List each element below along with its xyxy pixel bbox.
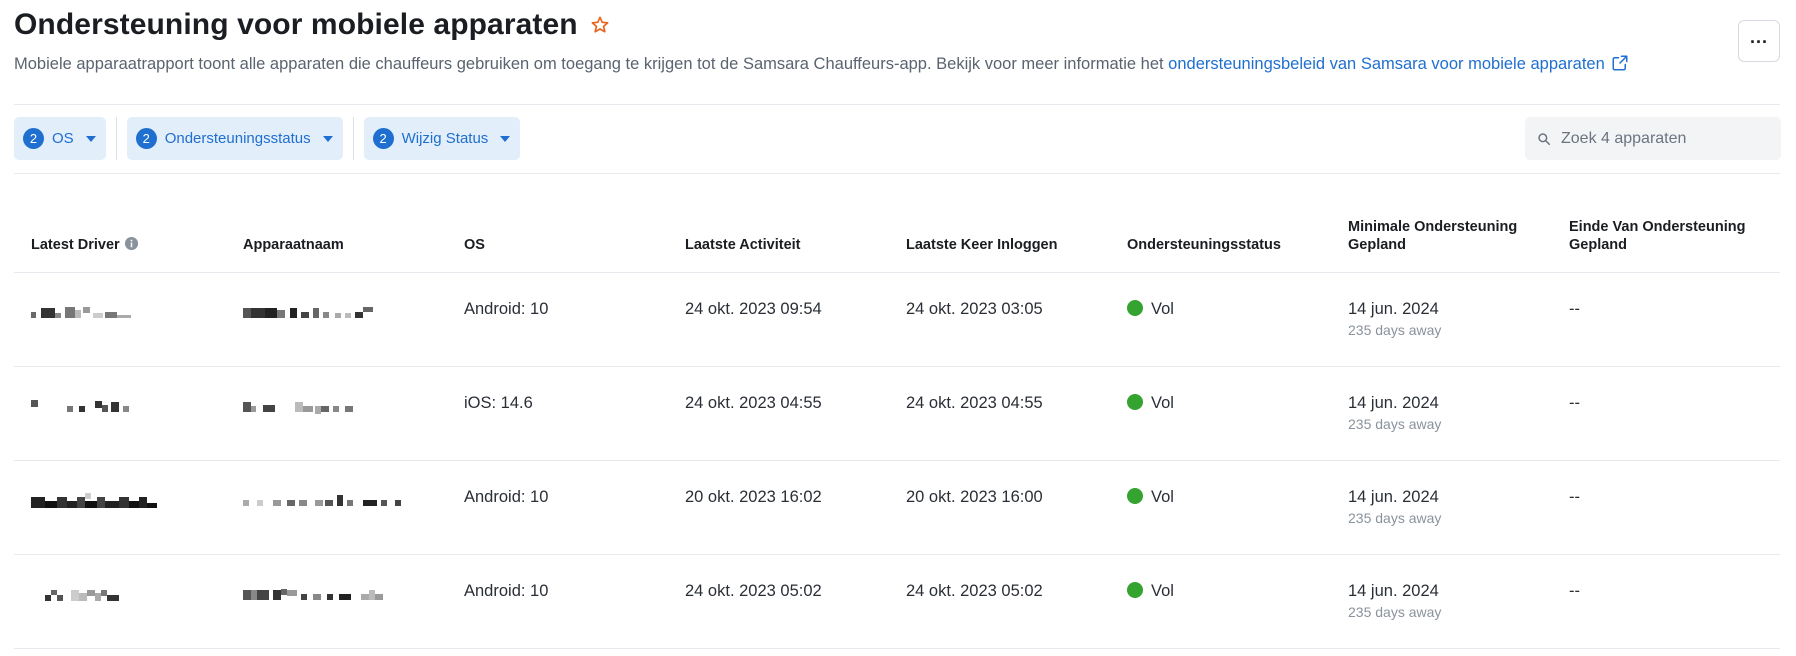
cell-last-activity: 24 okt. 2023 04:55 (685, 394, 822, 412)
min-support-date: 14 jun. 2024 (1348, 300, 1439, 318)
search-icon (1537, 132, 1551, 146)
col-support-status[interactable]: Ondersteuningsstatus (1127, 236, 1281, 254)
support-policy-link[interactable]: ondersteuningsbeleid van Samsara voor mo… (1168, 55, 1605, 73)
col-last-activity[interactable]: Laatste Activiteit (685, 236, 801, 254)
col-device-name[interactable]: Apparaatnaam (243, 236, 344, 254)
table-header: Latest Driver Apparaatnaam OS Laatste Ac… (14, 212, 1780, 273)
cell-end-support: -- (1569, 394, 1580, 412)
min-support-relative: 235 days away (1348, 510, 1442, 526)
filter-bar: 2 OS 2 Ondersteuningsstatus 2 Wijzig Sta… (14, 117, 521, 160)
status-label: Vol (1151, 394, 1174, 412)
chevron-down-icon (500, 135, 511, 142)
search-input[interactable] (1561, 129, 1761, 148)
filter-label: Wijzig Status (401, 130, 489, 147)
cell-os: iOS: 14.6 (464, 394, 533, 412)
filter-change-status-button[interactable]: 2 Wijzig Status (363, 117, 521, 160)
cell-support-status: Vol (1127, 394, 1174, 413)
status-ok-icon (1127, 488, 1143, 504)
cell-end-support: -- (1569, 488, 1580, 506)
min-support-date: 14 jun. 2024 (1348, 582, 1439, 600)
redacted-device-name (243, 589, 383, 600)
cell-os: Android: 10 (464, 300, 549, 318)
status-ok-icon (1127, 394, 1143, 410)
page-subtitle: Mobiele apparaatrapport toont alle appar… (14, 54, 1629, 74)
filter-support-status-button[interactable]: 2 Ondersteuningsstatus (126, 117, 343, 160)
cell-last-activity: 24 okt. 2023 05:02 (685, 582, 822, 600)
divider (14, 104, 1780, 105)
col-last-login[interactable]: Laatste Keer Inloggen (906, 236, 1057, 254)
min-support-date: 14 jun. 2024 (1348, 394, 1439, 412)
table-row[interactable]: Android: 10 20 okt. 2023 16:02 20 okt. 2… (14, 461, 1780, 555)
devices-table: Latest Driver Apparaatnaam OS Laatste Ac… (14, 212, 1780, 649)
redacted-driver-name (31, 493, 157, 508)
cell-os: Android: 10 (464, 488, 549, 506)
redacted-driver-name (31, 400, 129, 412)
status-ok-icon (1127, 300, 1143, 316)
cell-last-login: 24 okt. 2023 04:55 (906, 394, 1043, 412)
cell-min-support: 14 jun. 2024 235 days away (1348, 394, 1441, 432)
cell-end-support: -- (1569, 300, 1580, 318)
mobile-devices-page: Ondersteuning voor mobiele apparaten Mob… (0, 0, 1796, 656)
chevron-down-icon (322, 135, 333, 142)
filter-divider (115, 117, 117, 160)
col-os[interactable]: OS (464, 236, 485, 254)
cell-support-status: Vol (1127, 582, 1174, 601)
table-row[interactable]: Android: 10 24 okt. 2023 05:02 24 okt. 2… (14, 555, 1780, 649)
cell-support-status: Vol (1127, 300, 1174, 319)
col-latest-driver[interactable]: Latest Driver (31, 236, 139, 254)
filter-os-button[interactable]: 2 OS (14, 117, 106, 160)
cell-min-support: 14 jun. 2024 235 days away (1348, 300, 1441, 338)
redacted-device-name (243, 307, 373, 318)
status-label: Vol (1151, 300, 1174, 318)
redacted-driver-name (45, 590, 119, 601)
filter-divider (352, 117, 354, 160)
col-min-support[interactable]: Minimale Ondersteuning Gepland (1348, 218, 1538, 254)
table-row[interactable]: iOS: 14.6 24 okt. 2023 04:55 24 okt. 202… (14, 367, 1780, 461)
page-title: Ondersteuning voor mobiele apparaten (14, 8, 578, 41)
cell-end-support: -- (1569, 582, 1580, 600)
cell-last-login: 20 okt. 2023 16:00 (906, 488, 1043, 506)
status-ok-icon (1127, 582, 1143, 598)
star-favorite-icon[interactable] (590, 15, 610, 35)
filter-label: OS (52, 130, 74, 147)
redacted-driver-name (31, 307, 131, 318)
info-icon[interactable] (124, 236, 139, 251)
cell-last-login: 24 okt. 2023 03:05 (906, 300, 1043, 318)
cell-last-activity: 24 okt. 2023 09:54 (685, 300, 822, 318)
col-label: Latest Driver (31, 237, 120, 253)
min-support-date: 14 jun. 2024 (1348, 488, 1439, 506)
cell-min-support: 14 jun. 2024 235 days away (1348, 488, 1441, 526)
cell-min-support: 14 jun. 2024 235 days away (1348, 582, 1441, 620)
filter-label: Ondersteuningsstatus (164, 130, 311, 147)
redacted-device-name (243, 402, 353, 414)
table-row[interactable]: Android: 10 24 okt. 2023 09:54 24 okt. 2… (14, 273, 1780, 367)
status-label: Vol (1151, 582, 1174, 600)
filter-count-badge: 2 (135, 128, 157, 149)
divider (14, 173, 1780, 174)
redacted-device-name (243, 495, 401, 506)
min-support-relative: 235 days away (1348, 416, 1442, 432)
filter-count-badge: 2 (372, 128, 394, 149)
cell-last-login: 24 okt. 2023 05:02 (906, 582, 1043, 600)
min-support-relative: 235 days away (1348, 604, 1442, 620)
min-support-relative: 235 days away (1348, 322, 1442, 338)
search-box[interactable] (1525, 117, 1781, 160)
more-options-button[interactable]: ... (1738, 20, 1780, 62)
title-row: Ondersteuning voor mobiele apparaten (14, 8, 610, 42)
cell-last-activity: 20 okt. 2023 16:02 (685, 488, 822, 506)
cell-os: Android: 10 (464, 582, 549, 600)
chevron-down-icon (85, 135, 96, 142)
filter-count-badge: 2 (23, 128, 44, 149)
col-end-support[interactable]: Einde Van Ondersteuning Gepland (1569, 218, 1759, 254)
more-options-label: ... (1749, 26, 1768, 47)
status-label: Vol (1151, 488, 1174, 506)
cell-support-status: Vol (1127, 488, 1174, 507)
subtitle-text: Mobiele apparaatrapport toont alle appar… (14, 55, 1169, 73)
external-link-icon[interactable] (1611, 54, 1629, 72)
